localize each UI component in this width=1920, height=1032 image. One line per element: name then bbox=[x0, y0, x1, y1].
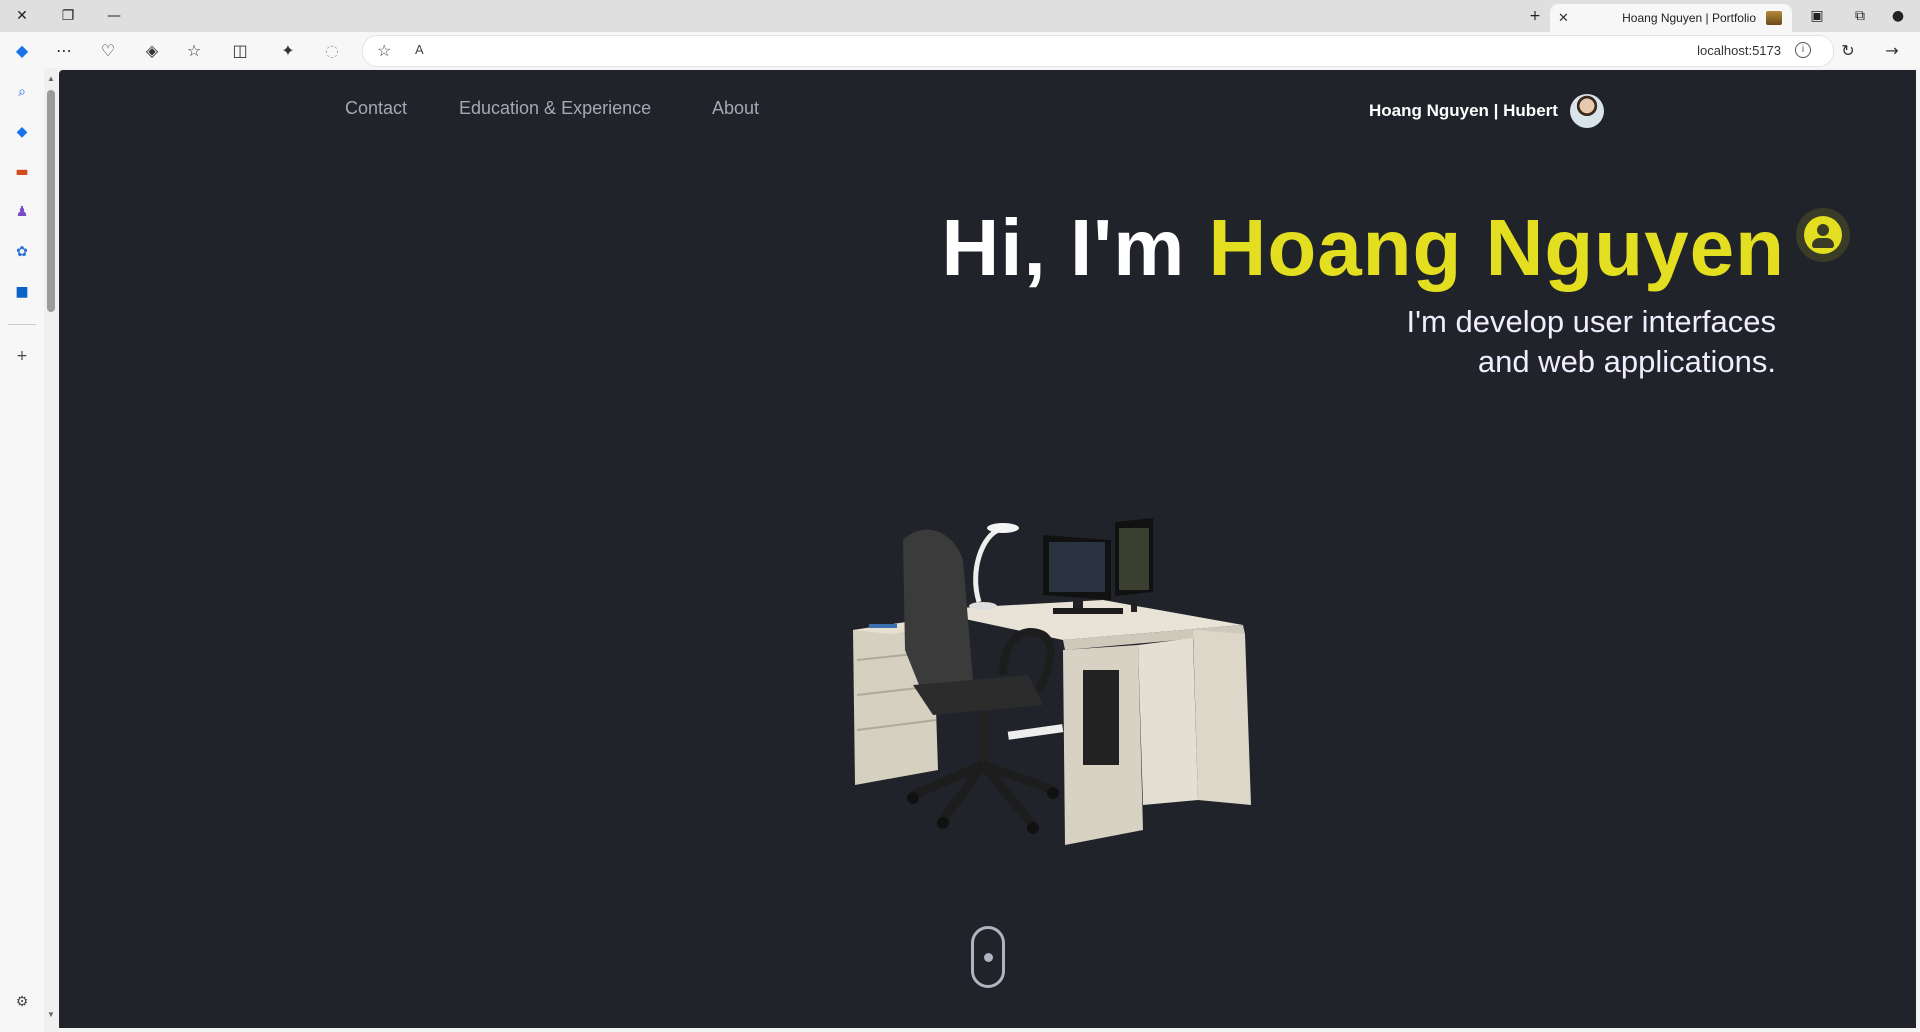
desk-scene-3d[interactable] bbox=[793, 500, 1333, 860]
close-window-icon[interactable]: ✕ bbox=[0, 0, 44, 32]
toolbar: ◆ ⋯ ♡ ◈ ☆ ◫ ✦ ◌ localhost:5173 i ☆ A ↻ → bbox=[0, 32, 1920, 68]
tab-close-button[interactable]: ✕ bbox=[1558, 10, 1569, 26]
tab-actions-icon[interactable]: ▣ bbox=[1795, 0, 1839, 32]
tab-favicon-icon bbox=[1766, 11, 1782, 25]
hero-title: Hi, I'm Hoang Nguyen bbox=[941, 202, 1785, 294]
hero-subtitle-line1: I'm develop user interfaces bbox=[1406, 304, 1777, 339]
site-info-icon[interactable]: i bbox=[1795, 42, 1811, 58]
user-circle-icon bbox=[1796, 208, 1850, 262]
scroll-thumb[interactable] bbox=[47, 90, 55, 312]
nav-link-education[interactable]: Education & Experience bbox=[459, 98, 651, 119]
profile-icon[interactable]: ● bbox=[1876, 0, 1920, 32]
office-icon[interactable]: ✿ bbox=[10, 240, 34, 264]
shopping-tag-icon[interactable]: ◆ bbox=[10, 120, 34, 144]
refresh-icon[interactable]: ↻ bbox=[1834, 36, 1862, 64]
performance-icon[interactable]: ◈ bbox=[138, 36, 166, 64]
minimize-window-icon[interactable]: — bbox=[92, 0, 136, 32]
brand-name: Hoang Nguyen | Hubert bbox=[1369, 101, 1558, 120]
extension-icon[interactable]: ◌ bbox=[318, 36, 346, 64]
hero-subtitle-line2: and web applications. bbox=[1477, 344, 1776, 379]
outlook-icon[interactable]: ■ bbox=[10, 280, 34, 304]
more-options-icon[interactable]: ⋯ bbox=[50, 36, 78, 64]
split-screen-icon[interactable]: ◫ bbox=[226, 36, 254, 64]
edge-sidebar: ⌕ ◆ ▬ ♟ ✿ ■ + ⚙ bbox=[0, 68, 44, 1032]
nav-link-contact[interactable]: Contact bbox=[345, 98, 407, 119]
window-titlebar: ✕ ❐ — + ✕ Hoang Nguyen | Portfolio ▣ ⧉ ● bbox=[0, 0, 1920, 32]
add-favorite-icon[interactable]: ☆ bbox=[377, 41, 391, 61]
tab-title: Hoang Nguyen | Portfolio bbox=[1622, 11, 1756, 25]
nav-link-about[interactable]: About bbox=[712, 98, 759, 119]
sidebar-settings-icon[interactable]: ⚙ bbox=[10, 990, 34, 1014]
browser-essentials-icon[interactable]: ♡ bbox=[94, 36, 122, 64]
hero-title-prefix: Hi, I'm bbox=[941, 203, 1209, 292]
hero-title-name: Hoang Nguyen bbox=[1208, 203, 1785, 292]
browser-tab[interactable]: ✕ Hoang Nguyen | Portfolio bbox=[1550, 4, 1792, 32]
copilot-icon[interactable]: ◆ bbox=[8, 36, 36, 64]
search-icon[interactable]: ⌕ bbox=[10, 80, 34, 104]
tools-icon[interactable]: ▬ bbox=[10, 160, 34, 184]
add-sidebar-item-icon[interactable]: + bbox=[10, 344, 34, 368]
extensions-icon[interactable]: ✦ bbox=[274, 36, 302, 64]
scroll-up-icon[interactable]: ▲ bbox=[47, 74, 55, 83]
site-brand[interactable]: Hoang Nguyen | Hubert bbox=[1369, 94, 1604, 128]
read-aloud-icon[interactable]: A bbox=[415, 42, 424, 57]
scroll-down-icon[interactable]: ▼ bbox=[47, 1010, 55, 1019]
restore-window-icon[interactable]: ❐ bbox=[46, 0, 90, 32]
avatar bbox=[1569, 94, 1604, 128]
hero-subtitle: I'm develop user interfaces and web appl… bbox=[1407, 302, 1777, 382]
page-viewport: Contact Education & Experience About Hoa… bbox=[59, 70, 1916, 1028]
url-text[interactable]: localhost:5173 bbox=[1697, 43, 1781, 58]
sidebar-divider bbox=[8, 324, 36, 325]
favorites-icon[interactable]: ☆ bbox=[180, 36, 208, 64]
back-icon[interactable]: → bbox=[1878, 36, 1906, 64]
address-bar[interactable]: localhost:5173 i ☆ A bbox=[362, 35, 1834, 67]
scroll-mouse-icon[interactable] bbox=[971, 926, 1005, 988]
page-scrollbar[interactable]: ▲ ▼ bbox=[44, 68, 58, 1032]
games-icon[interactable]: ♟ bbox=[10, 200, 34, 224]
